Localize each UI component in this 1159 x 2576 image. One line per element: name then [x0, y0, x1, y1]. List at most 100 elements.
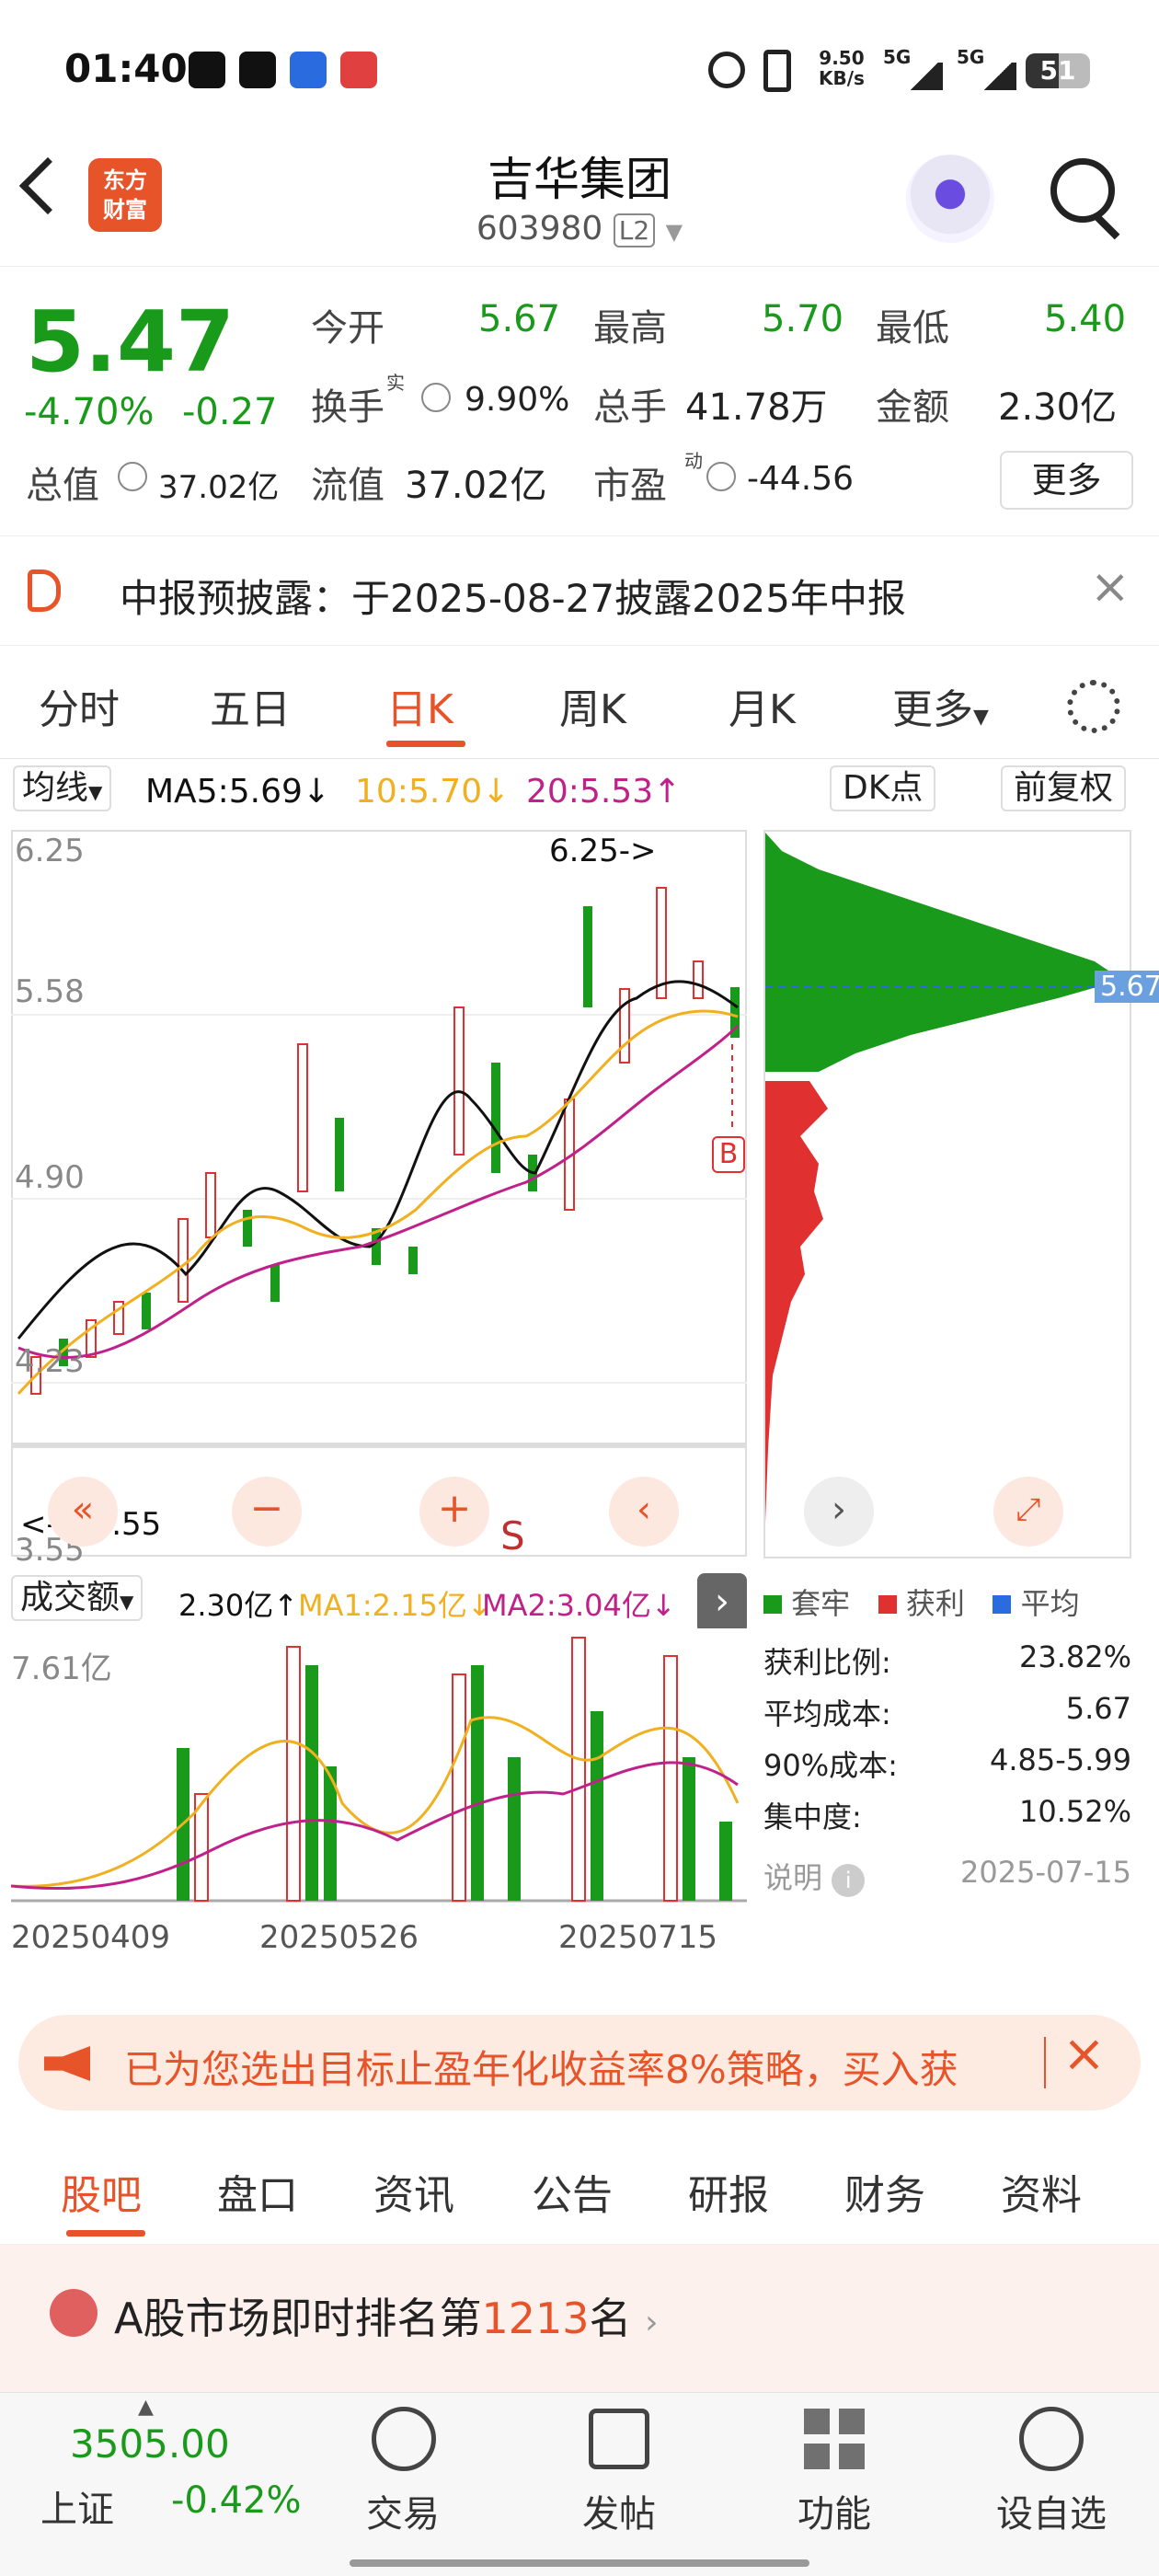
trapped-chips: [765, 833, 1122, 1072]
chip-row: 90%成本: 4.85-5.99: [763, 1742, 1131, 1783]
promo-text: 已为您选出目标止盈年化收益率8%策略，买入获: [124, 2047, 958, 2092]
info-icon[interactable]: [421, 383, 451, 412]
tab-five-day[interactable]: 五日: [210, 676, 291, 735]
divider: [1044, 2037, 1046, 2088]
chip-distribution[interactable]: 5.67 › ⤢: [763, 823, 1159, 1564]
high-value: 5.70: [762, 298, 844, 340]
index-value[interactable]: 3505.00: [70, 2421, 230, 2467]
cost-tag: 5.67: [1095, 971, 1159, 1003]
tab-daily-k[interactable]: 日K: [386, 676, 453, 735]
promo-banner[interactable]: 已为您选出目标止盈年化收益率8%策略，买入获 ×: [18, 2015, 1141, 2110]
tab-news[interactable]: 资讯: [373, 2162, 454, 2221]
volume-ma2: MA2:3.04亿↓: [482, 1588, 676, 1623]
zoom-in-icon[interactable]: +: [419, 1477, 489, 1547]
buy-marker[interactable]: B: [712, 1136, 745, 1173]
current-price: 5.47: [26, 293, 235, 391]
volume-ma1-line: [11, 1716, 740, 1888]
nav-trade[interactable]: 交易: [329, 2484, 476, 2537]
kline-grid: [11, 830, 747, 1557]
volume-bars: [177, 1637, 732, 1902]
sell-marker[interactable]: S: [500, 1513, 525, 1558]
high-label: 最高: [593, 307, 667, 350]
tab-more[interactable]: 更多▼: [892, 676, 989, 735]
gear-icon[interactable]: [1067, 680, 1120, 733]
tab-announcements[interactable]: 公告: [532, 2162, 613, 2221]
more-dots-icon[interactable]: [1019, 2407, 1084, 2471]
tab-weekly-k[interactable]: 周K: [559, 676, 626, 735]
post-icon[interactable]: [589, 2409, 649, 2469]
level-badge: L2: [613, 213, 656, 247]
low-value: 5.40: [1044, 298, 1127, 340]
kline-chart[interactable]: 6.25 5.58 4.90 4.23 3.55 6.25-> <----3.5…: [11, 823, 747, 1569]
change-percent: -4.70%: [24, 391, 155, 433]
chevron-right-icon: ›: [645, 2304, 659, 2341]
ma-legend-row: 均线▼ MA5:5.69↓ 10:5.70↓ 20:5.53↑ DK点 前复权: [0, 762, 1159, 817]
amount-label: 金额: [876, 386, 949, 429]
info-icon[interactable]: [706, 462, 736, 491]
info-icon[interactable]: [118, 462, 147, 491]
chip-stats: 套牢 获利 平均 获利比例: 23.82% 平均成本: 5.67 90%成本: 4.8…: [763, 1573, 1131, 1960]
step-forward-icon[interactable]: ›: [804, 1477, 874, 1547]
alarm-icon: [708, 52, 745, 88]
eastmoney-logo: 东方 财富: [88, 158, 162, 232]
chart-icon: [50, 2289, 98, 2337]
nav-add-favorite[interactable]: 设自选: [978, 2484, 1125, 2537]
notice-text: 中报预披露：于2025-08-27披露2025年中报: [120, 576, 906, 621]
ma-selector[interactable]: 均线▼: [13, 765, 112, 811]
index-name[interactable]: 上证: [40, 2479, 114, 2533]
stock-code[interactable]: 603980 L2 ▼: [386, 210, 773, 247]
robot-assistant-icon[interactable]: [906, 155, 994, 243]
volume-label: 总手: [593, 386, 667, 429]
step-back-icon[interactable]: ‹: [609, 1477, 679, 1547]
chip-note-row[interactable]: 说明 i 2025-07-15: [763, 1855, 1131, 1897]
chip-row: 平均成本: 5.67: [763, 1691, 1131, 1731]
tab-finance[interactable]: 财务: [844, 2162, 925, 2221]
tab-order-book[interactable]: 盘口: [217, 2162, 298, 2221]
notice-banner[interactable]: 中报预披露：于2025-08-27披露2025年中报 ×: [0, 535, 1159, 646]
status-time: 01:40: [64, 46, 188, 91]
index-change[interactable]: -0.42%: [171, 2479, 302, 2522]
pe-sup: 动: [684, 450, 703, 472]
chip-row: 获利比例: 23.82%: [763, 1639, 1131, 1680]
shopping-app-icon: [340, 52, 377, 88]
rank-card[interactable]: A股市场即时排名第1213名 ›: [0, 2245, 1159, 2392]
volume-legend-row: 成交额▼ 2.30亿↑ MA1:2.15亿↓ MA2:3.04亿↓ ›: [11, 1573, 747, 1634]
fast-back-icon[interactable]: «: [48, 1477, 118, 1547]
price-adjust-button[interactable]: 前复权: [1001, 765, 1127, 811]
signal-icon: [906, 63, 943, 90]
tab-research[interactable]: 研报: [688, 2162, 769, 2221]
trade-icon[interactable]: [372, 2407, 436, 2471]
open-label: 今开: [311, 307, 384, 350]
info-icon: i: [832, 1864, 866, 1897]
vibrate-icon: [763, 50, 791, 92]
content-tabs: 股吧 盘口 资讯 公告 研报 财务 资料: [0, 2134, 1159, 2245]
dk-point-button[interactable]: DK点: [830, 765, 936, 811]
app-icon: [290, 52, 327, 88]
expand-right-icon[interactable]: ›: [697, 1573, 747, 1634]
low-label: 最低: [876, 307, 949, 350]
tab-profile[interactable]: 资料: [1001, 2162, 1082, 2221]
ma20-legend: 20:5.53↑: [526, 773, 682, 811]
close-icon[interactable]: ×: [1062, 2024, 1106, 2084]
total-value: 37.02亿: [158, 469, 280, 506]
search-icon[interactable]: [1050, 158, 1115, 223]
chip-legend: 套牢 获利 平均: [763, 1581, 1080, 1623]
more-button[interactable]: 更多: [1000, 451, 1133, 510]
tab-forum[interactable]: 股吧: [61, 2162, 142, 2221]
close-icon[interactable]: ×: [1090, 559, 1130, 615]
tab-monthly-k[interactable]: 月K: [729, 676, 796, 735]
high-marker: 6.25->: [549, 833, 657, 869]
nav-post[interactable]: 发帖: [545, 2484, 693, 2537]
zoom-out-icon[interactable]: −: [232, 1477, 302, 1547]
expand-icon[interactable]: ⤢: [993, 1477, 1063, 1547]
volume-chart[interactable]: 7.61亿 20250409 20250526 20250715: [11, 1628, 747, 2006]
nav-function[interactable]: 功能: [761, 2484, 908, 2537]
volume-selector[interactable]: 成交额▼: [11, 1575, 143, 1621]
turnover-value: 9.90%: [465, 381, 570, 419]
tab-intraday[interactable]: 分时: [39, 676, 120, 735]
y-label: 5.58: [15, 973, 85, 1010]
status-bar: 01:40 9.50 KB/s 5G 5G 51: [0, 0, 1159, 138]
function-grid-icon[interactable]: [804, 2409, 865, 2469]
y-label: 6.25: [15, 833, 85, 869]
chevron-down-icon: ▼: [973, 706, 989, 729]
